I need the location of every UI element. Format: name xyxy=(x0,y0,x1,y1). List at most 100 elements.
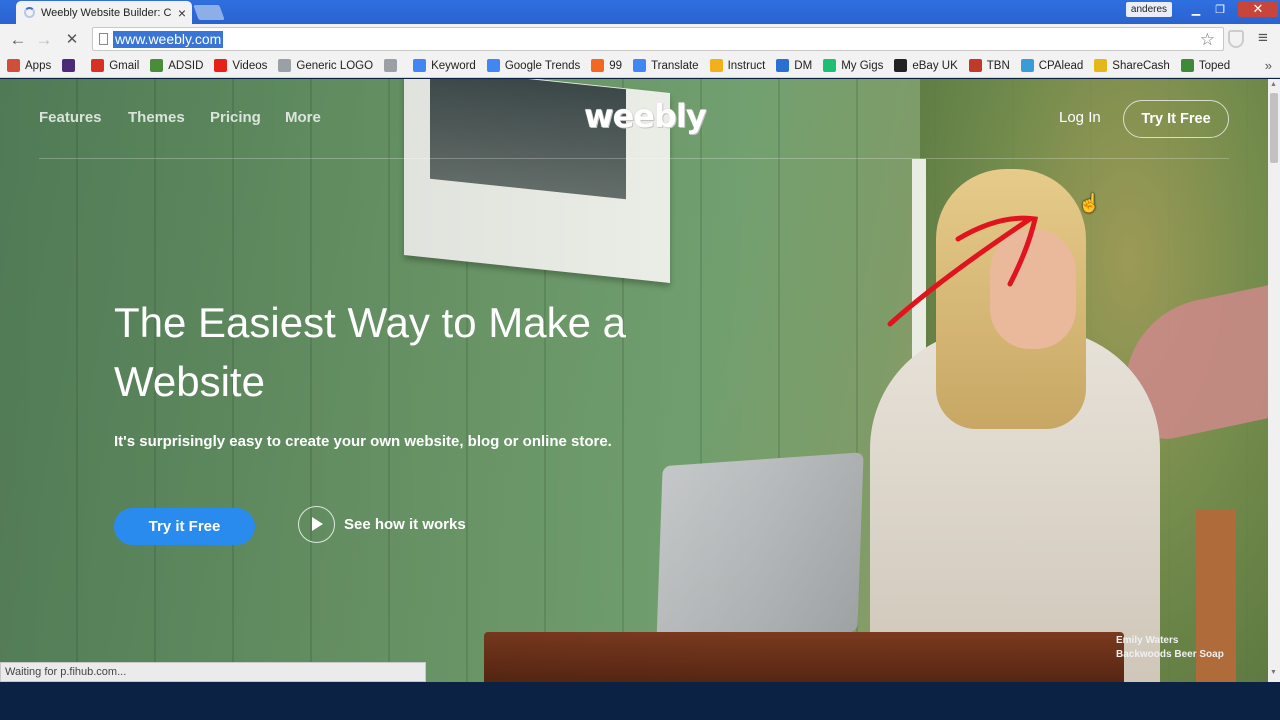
browser-titlebar: Weebly Website Builder: C × anderes ▁ ❐ … xyxy=(0,0,1280,24)
fiverr-icon xyxy=(823,59,837,72)
translate-icon xyxy=(633,59,647,72)
youtube-icon xyxy=(214,59,228,72)
bookmark-label: TBN xyxy=(986,59,1010,72)
try-it-free-header-button[interactable]: Try It Free xyxy=(1123,100,1229,138)
address-bar[interactable]: www.weebly.com ☆ xyxy=(92,27,1224,51)
status-bar: Waiting for p.fihub.com... xyxy=(0,662,426,682)
scroll-thumb[interactable] xyxy=(1270,93,1278,163)
bookmark-label: eBay UK xyxy=(912,59,958,72)
see-how-it-works-link[interactable]: See how it works xyxy=(344,516,466,533)
ebay-icon xyxy=(894,59,908,72)
hero-title: The Easiest Way to Make a Website xyxy=(114,299,626,405)
bookmarks-bar: Apps Gmail ADSID Videos Generic LOGO Keyword G… xyxy=(0,54,1280,78)
sharecash-icon xyxy=(1094,59,1108,72)
stop-loading-icon[interactable]: ✕ xyxy=(61,29,83,51)
apps-icon xyxy=(7,59,20,72)
bookmarks-overflow-icon[interactable]: » xyxy=(1265,58,1272,73)
instruct-icon xyxy=(709,59,723,72)
adwords-icon xyxy=(413,59,427,72)
bookmark-item[interactable] xyxy=(62,59,80,72)
gmail-icon xyxy=(91,59,105,72)
bookmark-label: Apps xyxy=(25,59,52,72)
nav-themes[interactable]: Themes xyxy=(128,109,185,126)
bookmark-label: ShareCash xyxy=(1112,59,1170,72)
new-tab-button[interactable] xyxy=(193,5,225,20)
bookmark-item[interactable]: Keyword xyxy=(413,59,476,72)
login-link[interactable]: Log In xyxy=(1059,109,1101,126)
dm-icon xyxy=(776,59,790,72)
red-arrow-annotation xyxy=(887,215,1039,327)
scroll-down-icon[interactable]: ▼ xyxy=(1270,669,1277,676)
taskbar-strip xyxy=(0,682,1280,720)
bookmark-item[interactable]: Apps xyxy=(7,59,51,72)
close-window-icon[interactable]: ✕ xyxy=(1238,1,1278,17)
browser-toolbar: ← → ✕ www.weebly.com ☆ ≡ xyxy=(0,24,1280,54)
nav-pricing[interactable]: Pricing xyxy=(210,109,261,126)
hero-subtitle: It's surprisingly easy to create your ow… xyxy=(114,433,612,450)
nav-more[interactable]: More xyxy=(285,109,321,126)
bookmark-item[interactable]: Gmail xyxy=(91,59,139,72)
browser-menu-icon[interactable]: ≡ xyxy=(1258,28,1268,48)
tbn-icon xyxy=(968,59,982,72)
play-video-icon[interactable] xyxy=(298,506,335,543)
back-arrow-icon[interactable]: ← xyxy=(7,29,29,51)
play-triangle-icon xyxy=(312,517,323,531)
bookmark-item[interactable]: 99 xyxy=(591,59,622,72)
photo-credit: Emily Waters Backwoods Beer Soap xyxy=(1116,634,1224,662)
bookmark-label: Translate xyxy=(651,59,699,72)
bookmark-label: 99 xyxy=(609,59,623,72)
hand-cursor-icon: ☝ xyxy=(1078,193,1101,213)
nav-features[interactable]: Features xyxy=(39,109,102,126)
bookmark-label: CPAlead xyxy=(1038,59,1084,72)
tab-close-icon[interactable]: × xyxy=(178,6,186,20)
bookmark-label: Videos xyxy=(232,59,268,72)
bookmark-item[interactable]: Translate xyxy=(633,59,699,72)
forward-arrow-icon[interactable]: → xyxy=(33,29,55,51)
bookmark-label: Google Trends xyxy=(504,59,581,72)
bookmark-item[interactable]: Videos xyxy=(214,59,267,72)
try-it-free-button[interactable]: Try it Free xyxy=(114,508,255,545)
bookmark-label: ADSID xyxy=(168,59,204,72)
bookmark-item[interactable]: Instruct xyxy=(709,59,766,72)
page-icon xyxy=(278,59,292,72)
bookmark-item[interactable]: ShareCash xyxy=(1094,59,1170,72)
bookmark-item[interactable]: TBN xyxy=(968,59,1010,72)
bookmark-item[interactable]: ADSID xyxy=(150,59,203,72)
bookmark-label: Instruct xyxy=(727,59,766,72)
weebly-logo[interactable]: weebly xyxy=(584,97,707,135)
bookmark-item[interactable] xyxy=(384,59,402,72)
bookmark-item[interactable]: Google Trends xyxy=(486,59,581,72)
bookmark-label: Gmail xyxy=(109,59,140,72)
mail-icon xyxy=(62,59,76,72)
minimize-icon[interactable]: ▁ xyxy=(1184,1,1208,17)
bookmark-label: Toped xyxy=(1198,59,1231,72)
bookmark-item[interactable]: My Gigs xyxy=(823,59,883,72)
maximize-icon[interactable]: ❐ xyxy=(1208,1,1232,17)
bookmark-item[interactable]: Generic LOGO xyxy=(278,59,373,72)
google-icon xyxy=(486,59,500,72)
nav-divider xyxy=(39,158,1229,159)
bookmark-item[interactable]: Toped xyxy=(1180,59,1231,72)
webpage: Features Themes Pricing More weebly Log … xyxy=(0,79,1268,682)
bookmark-label: My Gigs xyxy=(841,59,884,72)
adsid-icon xyxy=(150,59,164,72)
site-nav: Features Themes Pricing More weebly Log … xyxy=(0,79,1268,159)
extension-shield-icon[interactable] xyxy=(1228,30,1244,48)
99designs-icon xyxy=(591,59,605,72)
page-icon xyxy=(384,59,398,72)
bookmark-item[interactable]: CPAlead xyxy=(1020,59,1084,72)
credit-business: Backwoods Beer Soap xyxy=(1116,649,1224,660)
bookmark-label: DM xyxy=(794,59,813,72)
url-text[interactable]: www.weebly.com xyxy=(113,31,224,48)
bookmark-item[interactable]: eBay UK xyxy=(894,59,958,72)
bookmark-label: Generic LOGO xyxy=(296,59,374,72)
bookmark-label: Keyword xyxy=(431,59,476,72)
browser-tab[interactable]: Weebly Website Builder: C × xyxy=(16,1,192,24)
page-scrollbar[interactable]: ▲ ▼ xyxy=(1268,79,1280,682)
page-icon xyxy=(99,33,108,45)
bookmark-item[interactable]: DM xyxy=(776,59,812,72)
tab-title: Weebly Website Builder: C xyxy=(41,6,172,19)
scroll-up-icon[interactable]: ▲ xyxy=(1270,81,1277,88)
bookmark-star-icon[interactable]: ☆ xyxy=(1200,30,1215,50)
profile-badge[interactable]: anderes xyxy=(1126,2,1172,17)
